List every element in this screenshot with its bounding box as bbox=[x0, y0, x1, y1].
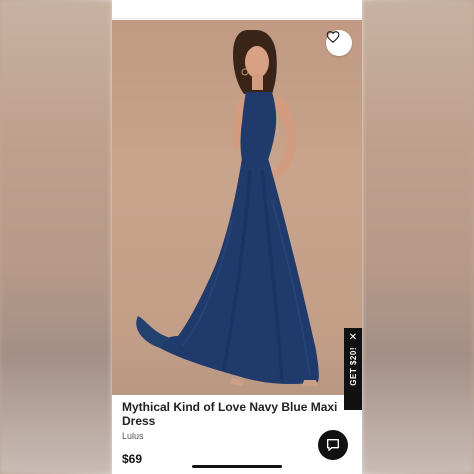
product-image[interactable] bbox=[112, 20, 362, 395]
chat-button[interactable] bbox=[318, 430, 348, 460]
blurred-background-right bbox=[362, 0, 474, 474]
product-brand[interactable]: Lulus bbox=[122, 431, 144, 441]
divider bbox=[112, 18, 362, 19]
product-title: Mythical Kind of Love Navy Blue Maxi Dre… bbox=[122, 400, 338, 428]
favorite-button[interactable] bbox=[326, 30, 352, 56]
heart-icon bbox=[326, 31, 340, 43]
blurred-background-left bbox=[0, 0, 112, 474]
promo-label: GET $20! bbox=[348, 347, 358, 386]
close-icon[interactable]: ✕ bbox=[349, 333, 357, 343]
chat-bubble-icon bbox=[327, 439, 339, 451]
promo-tab[interactable]: ✕ GET $20! bbox=[344, 328, 362, 410]
product-price: $69 bbox=[122, 452, 143, 466]
home-indicator bbox=[192, 465, 282, 468]
top-bar bbox=[112, 0, 362, 20]
model-dress-illustration bbox=[136, 30, 319, 386]
product-screen: ✕ GET $20! Mythical Kind of Love Navy Bl… bbox=[112, 0, 362, 474]
